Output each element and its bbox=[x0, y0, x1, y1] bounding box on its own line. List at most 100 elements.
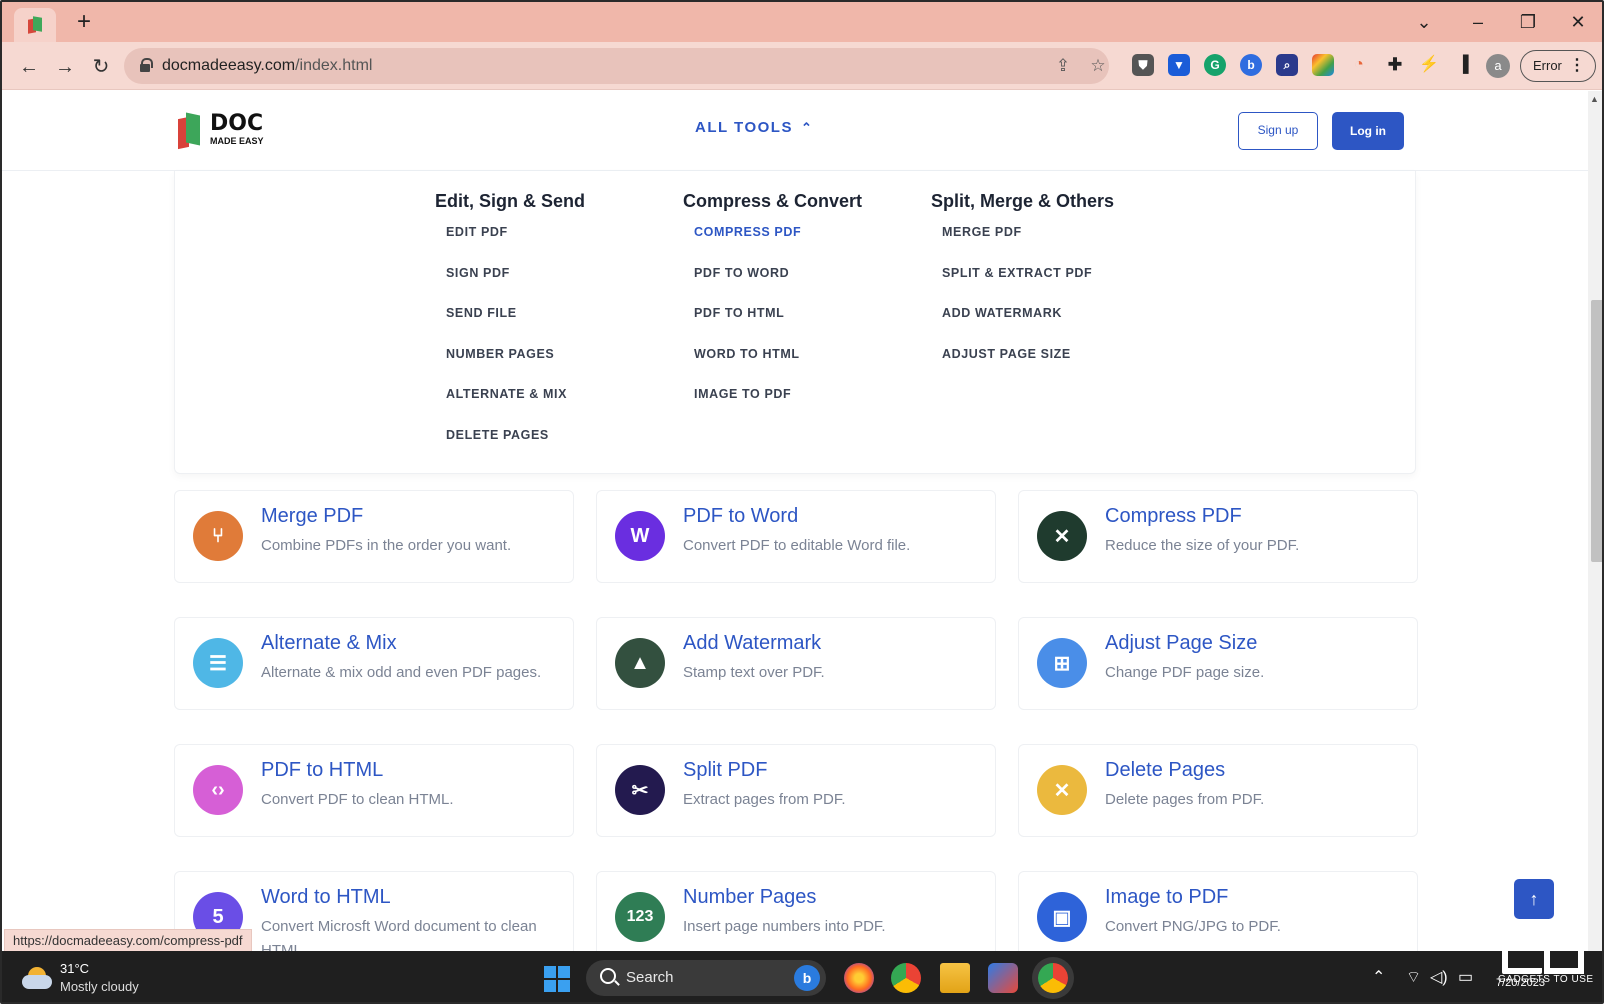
page-size-icon: ⊞ bbox=[1037, 638, 1087, 688]
menu-column-others: Split, Merge & Others MERGE PDF SPLIT & … bbox=[931, 191, 1114, 387]
windows-start-icon[interactable] bbox=[544, 966, 570, 992]
tool-card-image-to-pdf[interactable]: ▣ Image to PDF Convert PNG/JPG to PDF. bbox=[1018, 871, 1418, 951]
card-title: Word to HTML bbox=[261, 886, 391, 908]
screen: + ⌄ – ❐ ✕ ← → ↻ docmadeeasy.com/index.ht… bbox=[0, 0, 1604, 1004]
extension-blue-icon[interactable]: b bbox=[1240, 54, 1262, 76]
logo-made-easy-text: MADE EASY bbox=[210, 136, 264, 146]
extension-grammarly-icon[interactable]: G bbox=[1204, 54, 1226, 76]
bookmark-star-icon[interactable]: ☆ bbox=[1087, 56, 1109, 76]
wifi-icon[interactable]: ⌔ bbox=[1406, 967, 1421, 987]
more-menu-icon: ⋮ bbox=[1569, 57, 1585, 74]
all-tools-toggle[interactable]: ALL TOOLS ⌃ bbox=[695, 119, 813, 136]
card-title: Adjust Page Size bbox=[1105, 632, 1258, 654]
file-explorer-icon[interactable] bbox=[940, 963, 970, 993]
side-panel-icon[interactable]: ▐ bbox=[1452, 54, 1474, 76]
scrollbar-thumb[interactable] bbox=[1591, 300, 1602, 562]
tool-card-add-watermark[interactable]: ▲ Add Watermark Stamp text over PDF. bbox=[596, 617, 996, 710]
card-description: Convert Microsft Word document to clean … bbox=[261, 918, 537, 951]
menu-item-split-extract-pdf[interactable]: SPLIT & EXTRACT PDF bbox=[942, 266, 1114, 307]
menu-item-alternate-mix[interactable]: ALTERNATE & MIX bbox=[446, 387, 585, 428]
menu-column-convert: Compress & Convert COMPRESS PDF PDF TO W… bbox=[683, 191, 862, 428]
menu-column-edit: Edit, Sign & Send EDIT PDF SIGN PDF SEND… bbox=[435, 191, 585, 468]
restore-button[interactable]: ❐ bbox=[1508, 8, 1548, 36]
card-title: Delete Pages bbox=[1105, 759, 1226, 781]
new-tab-button[interactable]: + bbox=[72, 10, 96, 34]
menu-item-edit-pdf[interactable]: EDIT PDF bbox=[446, 225, 585, 266]
extension-vpn-icon[interactable]: ▼ bbox=[1168, 54, 1190, 76]
card-title: Image to PDF bbox=[1105, 886, 1229, 908]
menu-item-pdf-to-word[interactable]: PDF TO WORD bbox=[694, 266, 862, 307]
card-title: Split PDF bbox=[683, 759, 768, 781]
web-page: DOC MADE EASY ALL TOOLS ⌃ Sign up Log in … bbox=[2, 91, 1588, 951]
menu-item-add-watermark[interactable]: ADD WATERMARK bbox=[942, 306, 1114, 347]
extensions-puzzle-icon[interactable]: ✚ bbox=[1384, 54, 1406, 76]
all-tools-label: ALL TOOLS bbox=[695, 119, 793, 136]
site-logo[interactable]: DOC MADE EASY bbox=[178, 111, 268, 151]
tool-card-compress-pdf[interactable]: ✕ Compress PDF Reduce the size of your P… bbox=[1018, 490, 1418, 583]
menu-item-word-to-html[interactable]: WORD TO HTML bbox=[694, 347, 862, 388]
tool-card-split-pdf[interactable]: ✂ Split PDF Extract pages from PDF. bbox=[596, 744, 996, 837]
show-hidden-icons-chevron-icon[interactable]: ⌃ bbox=[1372, 967, 1385, 987]
weather-temp: 31°C bbox=[60, 961, 90, 976]
firefox-icon[interactable] bbox=[844, 963, 874, 993]
all-tools-menu: Edit, Sign & Send EDIT PDF SIGN PDF SEND… bbox=[174, 171, 1416, 474]
forward-button[interactable]: → bbox=[52, 54, 78, 80]
menu-item-compress-pdf[interactable]: COMPRESS PDF bbox=[694, 225, 862, 266]
menu-column-title: Edit, Sign & Send bbox=[435, 191, 586, 211]
menu-item-sign-pdf[interactable]: SIGN PDF bbox=[446, 266, 585, 307]
minimize-button[interactable]: – bbox=[1458, 8, 1498, 36]
reload-button[interactable]: ↻ bbox=[88, 54, 114, 80]
chrome-icon[interactable] bbox=[891, 963, 921, 993]
card-title: Number Pages bbox=[683, 886, 817, 908]
extension-arc-icon[interactable]: ◔ bbox=[1348, 54, 1370, 76]
tab-search-chevron-icon[interactable]: ⌄ bbox=[1404, 8, 1444, 36]
card-title: PDF to Word bbox=[683, 505, 799, 527]
card-description: Convert PNG/JPG to PDF. bbox=[1105, 918, 1281, 935]
share-icon[interactable]: ⇪ bbox=[1052, 56, 1074, 76]
extension-colors-icon[interactable] bbox=[1312, 54, 1334, 76]
volume-icon[interactable]: ◁) bbox=[1430, 967, 1448, 987]
logo-book-icon bbox=[178, 112, 200, 150]
card-description: Alternate & mix odd and even PDF pages. bbox=[261, 664, 542, 681]
menu-item-merge-pdf[interactable]: MERGE PDF bbox=[942, 225, 1114, 266]
signup-button[interactable]: Sign up bbox=[1238, 112, 1318, 150]
login-button[interactable]: Log in bbox=[1332, 112, 1404, 150]
menu-item-image-to-pdf[interactable]: IMAGE TO PDF bbox=[694, 387, 862, 428]
chrome-profile-icon[interactable] bbox=[1038, 963, 1068, 993]
card-title: PDF to HTML bbox=[261, 759, 384, 781]
tool-card-merge-pdf[interactable]: ⑂ Merge PDF Combine PDFs in the order yo… bbox=[174, 490, 574, 583]
back-button[interactable]: ← bbox=[16, 54, 42, 80]
extension-shield-icon[interactable]: ⛊ bbox=[1132, 54, 1154, 76]
scroll-up-arrow-icon[interactable]: ▲ bbox=[1590, 94, 1599, 104]
card-description: Stamp text over PDF. bbox=[683, 664, 825, 681]
site-header: DOC MADE EASY ALL TOOLS ⌃ Sign up Log in bbox=[2, 91, 1588, 171]
tool-card-adjust-page-size[interactable]: ⊞ Adjust Page Size Change PDF page size. bbox=[1018, 617, 1418, 710]
menu-item-number-pages[interactable]: NUMBER PAGES bbox=[446, 347, 585, 388]
tool-card-pdf-to-html[interactable]: ‹› PDF to HTML Convert PDF to clean HTML… bbox=[174, 744, 574, 837]
scroll-to-top-button[interactable]: ↑ bbox=[1514, 879, 1554, 919]
chevron-up-icon: ⌃ bbox=[800, 120, 814, 135]
address-bar[interactable]: docmadeeasy.com/index.html ⇪ ☆ bbox=[124, 48, 1109, 84]
microsoft-store-icon[interactable] bbox=[988, 963, 1018, 993]
tool-card-number-pages[interactable]: 123 Number Pages Insert page numbers int… bbox=[596, 871, 996, 951]
battery-icon[interactable]: ▭ bbox=[1458, 967, 1473, 987]
menu-item-delete-pages[interactable]: DELETE PAGES bbox=[446, 428, 585, 469]
browser-tab[interactable] bbox=[14, 8, 56, 42]
card-description: Insert page numbers into PDF. bbox=[683, 918, 886, 935]
profile-avatar[interactable]: a bbox=[1486, 54, 1510, 78]
bing-icon[interactable]: b bbox=[794, 965, 820, 991]
tool-card-pdf-to-word[interactable]: W PDF to Word Convert PDF to editable Wo… bbox=[596, 490, 996, 583]
menu-item-pdf-to-html[interactable]: PDF TO HTML bbox=[694, 306, 862, 347]
error-button[interactable]: Error ⋮ bbox=[1520, 50, 1596, 82]
menu-item-send-file[interactable]: SEND FILE bbox=[446, 306, 585, 347]
taskbar-search[interactable]: Search b bbox=[586, 960, 826, 996]
card-title: Add Watermark bbox=[683, 632, 822, 654]
watermark-text: GADGETS TO USE bbox=[1498, 974, 1594, 985]
close-button[interactable]: ✕ bbox=[1558, 8, 1598, 36]
tool-card-delete-pages[interactable]: ✕ Delete Pages Delete pages from PDF. bbox=[1018, 744, 1418, 837]
tool-card-alternate-mix[interactable]: ☰ Alternate & Mix Alternate & mix odd an… bbox=[174, 617, 574, 710]
menu-item-adjust-page-size[interactable]: ADJUST PAGE SIZE bbox=[942, 347, 1114, 388]
performance-icon[interactable]: ⚡ bbox=[1418, 54, 1440, 76]
extension-search-icon[interactable]: ⌕ bbox=[1276, 54, 1298, 76]
weather-condition: Mostly cloudy bbox=[60, 979, 139, 994]
